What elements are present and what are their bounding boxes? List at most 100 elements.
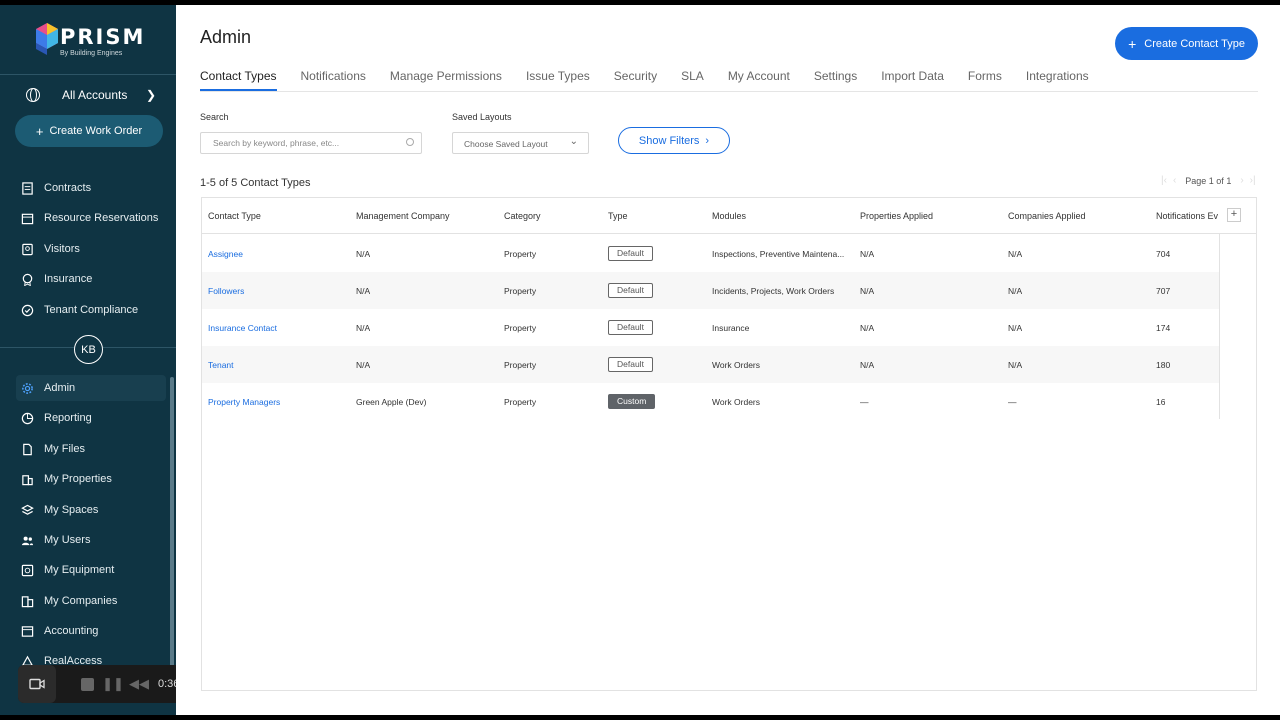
prev-page-icon[interactable]: ‹ <box>1173 175 1176 186</box>
sidebar-item-tenant-compliance[interactable]: Tenant Compliance <box>16 297 166 323</box>
contact-type-link[interactable]: Property Managers <box>208 397 280 407</box>
sidebar-item-resource-reservations[interactable]: Resource Reservations <box>16 205 166 231</box>
camera-toggle-button[interactable] <box>18 665 56 703</box>
sidebar-item-my-spaces[interactable]: My Spaces <box>16 497 166 523</box>
create-work-order-button[interactable]: + Create Work Order <box>15 115 163 147</box>
rewind-button[interactable]: ◀◀ <box>126 671 152 697</box>
column-header[interactable]: Notifications Ev <box>1156 211 1220 221</box>
sidebar-item-label: My Spaces <box>44 504 99 516</box>
modules-cell: Work Orders <box>712 360 761 370</box>
saved-layouts-select[interactable]: Choose Saved Layout ⌄ <box>452 132 589 154</box>
tab-integrations[interactable]: Integrations <box>1026 69 1089 91</box>
admin-tabs: Contact Types Notifications Manage Permi… <box>200 69 1113 91</box>
show-filters-button[interactable]: Show Filters › <box>618 127 730 154</box>
create-work-order-label: Create Work Order <box>49 125 143 137</box>
tab-contact-types[interactable]: Contact Types <box>200 69 277 91</box>
table-row: Property Managers Green Apple (Dev) Prop… <box>202 383 1219 420</box>
tab-sla[interactable]: SLA <box>681 69 704 91</box>
column-header[interactable]: Properties Applied <box>860 211 933 221</box>
sidebar-item-insurance[interactable]: Insurance <box>16 266 166 292</box>
sidebar-item-my-files[interactable]: My Files <box>16 436 166 462</box>
create-contact-type-button[interactable]: + Create Contact Type <box>1115 27 1258 60</box>
tab-issue-types[interactable]: Issue Types <box>526 69 590 91</box>
insurance-icon <box>20 272 34 286</box>
management-company-cell: N/A <box>356 286 371 296</box>
prism-logo-icon <box>36 23 58 55</box>
properties-applied-cell: N/A <box>860 249 875 259</box>
contact-type-link[interactable]: Insurance Contact <box>208 323 277 333</box>
contact-type-link[interactable]: Tenant <box>208 360 234 370</box>
sidebar-item-label: Accounting <box>44 625 99 637</box>
avatar[interactable]: KB <box>74 335 103 364</box>
first-page-icon[interactable]: |‹ <box>1161 175 1167 186</box>
sidebar-item-visitors[interactable]: Visitors <box>16 236 166 262</box>
stop-button[interactable] <box>74 671 100 697</box>
chevron-down-icon: ❯ <box>145 88 156 102</box>
notifications-cell: 16 <box>1156 397 1166 407</box>
camera-icon <box>29 678 45 690</box>
sidebar-item-reporting[interactable]: Reporting <box>16 405 166 431</box>
column-header[interactable]: Modules <box>712 211 746 221</box>
prism-logo[interactable]: PRISM By Building Engines <box>36 23 156 63</box>
sidebar-item-my-properties[interactable]: My Properties <box>16 466 166 492</box>
category-cell: Property <box>504 286 537 296</box>
tab-import-data[interactable]: Import Data <box>881 69 944 91</box>
next-page-icon[interactable]: › <box>1240 175 1243 186</box>
sidebar-item-my-companies[interactable]: My Companies <box>16 588 166 614</box>
main-content: Admin + Create Contact Type Contact Type… <box>176 5 1280 715</box>
column-header[interactable]: Companies Applied <box>1008 211 1086 221</box>
tab-settings[interactable]: Settings <box>814 69 857 91</box>
compliance-icon <box>20 303 34 317</box>
contact-type-link[interactable]: Assignee <box>208 249 243 259</box>
management-company-cell: N/A <box>356 323 371 333</box>
last-page-icon[interactable]: ›| <box>1250 175 1256 186</box>
plus-icon: + <box>1128 35 1137 52</box>
companies-applied-cell: N/A <box>1008 323 1023 333</box>
chevron-right-icon: › <box>705 134 710 147</box>
management-company-cell: Green Apple (Dev) <box>356 397 427 407</box>
type-badge: Default <box>608 357 653 372</box>
contact-types-table: Contact Type Management Company Category… <box>201 197 1257 691</box>
add-column-button[interactable]: + <box>1227 208 1241 222</box>
sidebar-item-admin[interactable]: Admin <box>16 375 166 401</box>
table-row: Insurance Contact N/A Property Default I… <box>202 309 1219 346</box>
calendar-icon <box>20 211 34 225</box>
tabs-divider <box>200 91 1258 92</box>
saved-layouts-placeholder: Choose Saved Layout <box>464 139 548 149</box>
notifications-cell: 704 <box>1156 249 1171 259</box>
companies-icon <box>20 594 34 608</box>
users-icon <box>20 533 34 547</box>
sidebar-item-label: Tenant Compliance <box>44 304 139 316</box>
modules-cell: Incidents, Projects, Work Orders <box>712 286 835 296</box>
tab-my-account[interactable]: My Account <box>728 69 790 91</box>
pause-icon: ❚❚ <box>102 676 124 691</box>
tab-security[interactable]: Security <box>614 69 657 91</box>
category-cell: Property <box>504 323 537 333</box>
sidebar-item-my-users[interactable]: My Users <box>16 527 166 553</box>
sidebar-item-label: Reporting <box>44 412 92 424</box>
column-header[interactable]: Category <box>504 211 541 221</box>
sidebar-item-label: Contracts <box>44 182 92 194</box>
tab-manage-permissions[interactable]: Manage Permissions <box>390 69 502 91</box>
modules-cell: Inspections, Preventive Maintena... <box>712 249 845 259</box>
pause-button[interactable]: ❚❚ <box>100 671 126 697</box>
column-header[interactable]: Contact Type <box>208 211 261 221</box>
sidebar-item-my-equipment[interactable]: My Equipment <box>16 557 166 583</box>
account-selector[interactable]: All Accounts ❯ <box>26 85 156 105</box>
tab-notifications[interactable]: Notifications <box>301 69 366 91</box>
table-header: Contact Type Management Company Category… <box>202 198 1256 234</box>
globe-icon <box>26 88 40 102</box>
table-row: Assignee N/A Property Default Inspection… <box>202 235 1219 272</box>
sidebar-item-contracts[interactable]: Contracts <box>16 175 166 201</box>
tab-forms[interactable]: Forms <box>968 69 1002 91</box>
equipment-icon <box>20 563 34 577</box>
reporting-icon <box>20 411 34 425</box>
sidebar-scrollbar[interactable] <box>170 377 174 677</box>
search-input[interactable]: Search by keyword, phrase, etc... <box>200 132 422 154</box>
accounting-icon <box>20 624 34 638</box>
column-header[interactable]: Type <box>608 211 628 221</box>
column-header[interactable]: Management Company <box>356 211 450 221</box>
sidebar-item-accounting[interactable]: Accounting <box>16 618 166 644</box>
results-count: 1-5 of 5 Contact Types <box>200 177 311 189</box>
contact-type-link[interactable]: Followers <box>208 286 244 296</box>
